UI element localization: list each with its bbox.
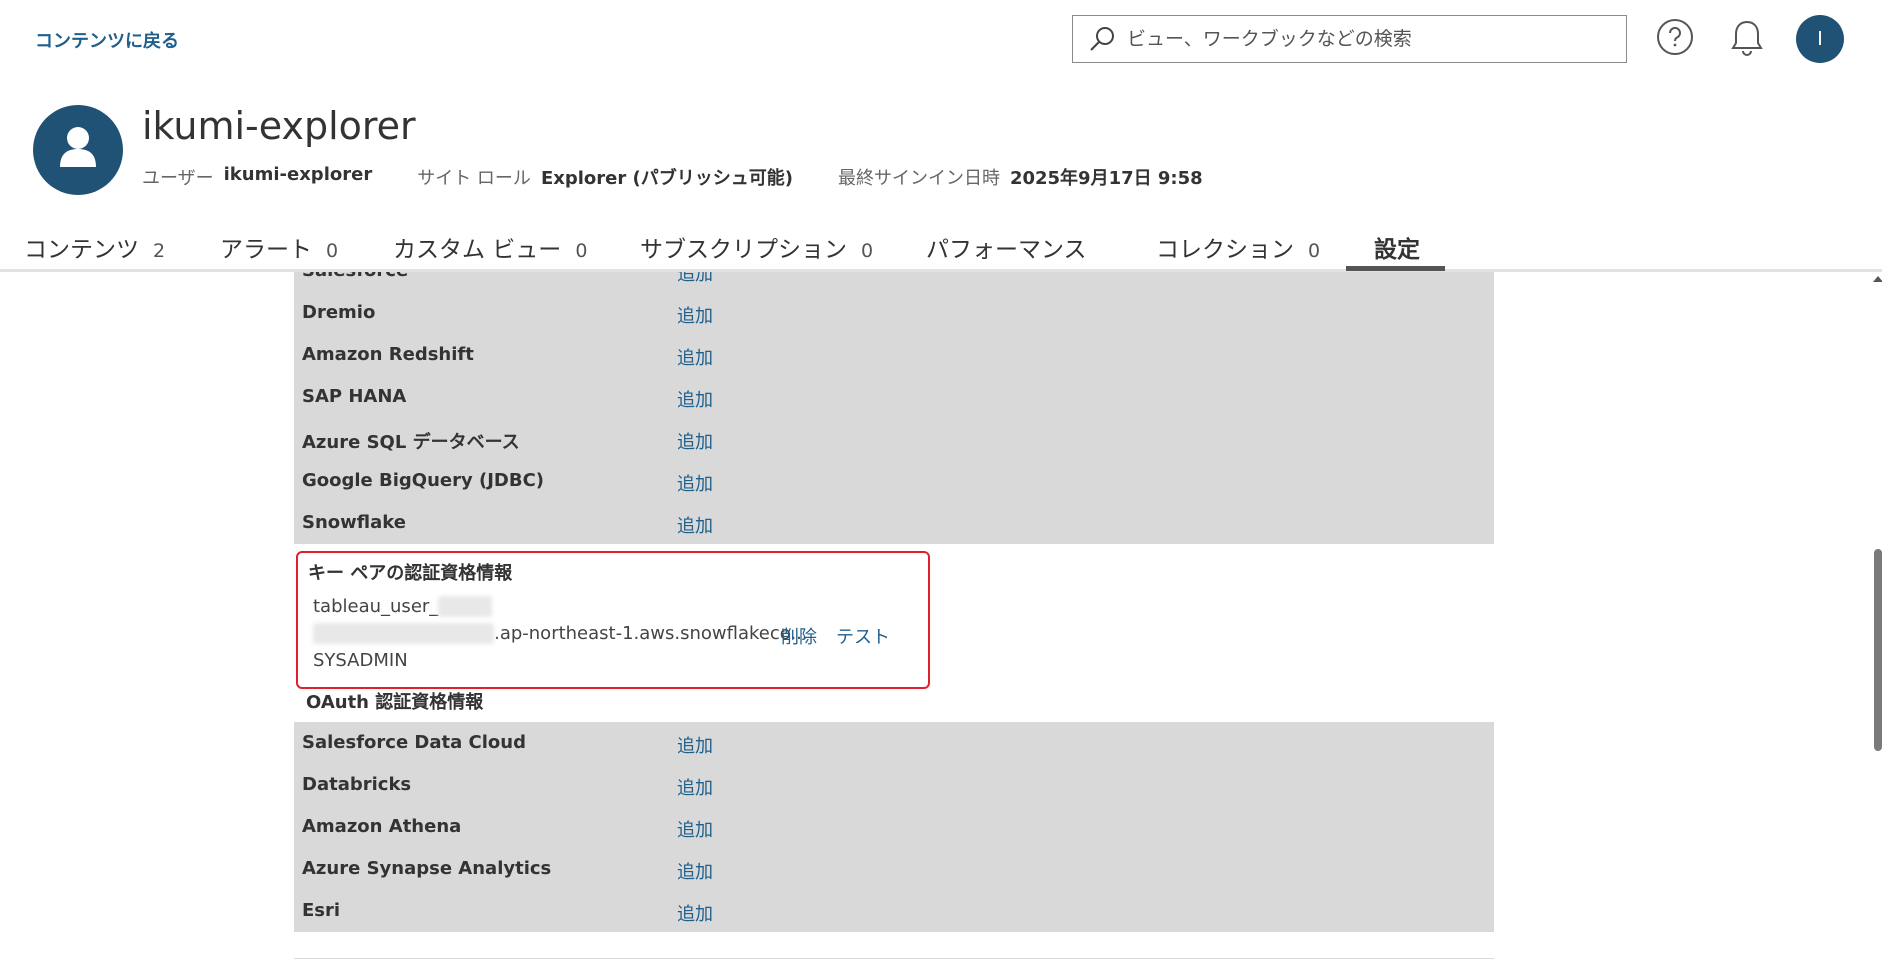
tab-label: コンテンツ [24,237,139,263]
table-row: Esri 追加 [294,890,1494,932]
add-link[interactable]: 追加 [677,774,713,800]
add-link[interactable]: 追加 [677,900,713,926]
keypair-section-title: キー ペアの認証資格情報 [308,563,513,584]
connection-name: Dremio [302,302,376,323]
add-link[interactable]: 追加 [677,302,713,328]
connection-name: Salesforce Data Cloud [302,732,526,753]
keypair-role: SYSADMIN [313,650,408,671]
connection-name: Databricks [302,774,412,795]
active-tab-indicator [1346,266,1445,271]
add-link[interactable]: 追加 [677,858,713,884]
keypair-host: xxxxxxxxxxxxxxxxx.ap-northeast-1.aws.sno… [313,623,808,644]
table-row: Amazon Athena 追加 [294,806,1494,848]
connection-name: Salesforce [302,272,408,281]
add-link[interactable]: 追加 [677,470,713,496]
tab-content[interactable]: コンテンツ 2 [24,230,165,272]
tab-label: サブスクリプション [640,237,847,263]
connection-name: SAP HANA [302,386,407,407]
table-row: SAP HANA 追加 [294,376,1494,418]
help-icon[interactable] [1656,18,1694,56]
connection-name: Amazon Redshift [302,344,474,365]
profile-meta: ユーザー ikumi-explorer サイト ロール Explorer (パブ… [142,164,1248,190]
scroll-up-arrow-icon[interactable] [1873,276,1882,282]
test-link[interactable]: テスト [836,623,890,649]
tab-collections[interactable]: コレクション 0 [1156,230,1320,272]
scrollbar-thumb[interactable] [1874,549,1882,751]
tab-count: 0 [1308,240,1321,262]
user-menu-avatar[interactable]: I [1796,15,1844,63]
add-link[interactable]: 追加 [677,732,713,758]
keypair-username: tableau_user_xxxxx [313,596,492,617]
oauth-section-title: OAuth 認証資格情報 [306,692,484,713]
tab-count: 2 [153,240,166,262]
connection-name: Google BigQuery (JDBC) [302,470,545,491]
settings-content: Salesforce追加 Dremio追加 Amazon Redshift追加 … [0,272,1882,968]
tab-label: カスタム ビュー [393,237,562,263]
redacted-text: xxxxxxxxxxxxxxxxx [313,623,495,644]
site-role-label: サイト ロール [417,168,531,189]
tab-count: 0 [861,240,874,262]
oauth-connections-table: Salesforce Data Cloud 追加 Databricks 追加 Ama… [294,722,1494,932]
last-signin-value: 2025年9月17日 9:58 [1009,168,1203,189]
delete-link[interactable]: 削除 [781,623,817,649]
tab-label: パフォーマンス [926,237,1087,263]
add-link[interactable]: 追加 [677,272,713,286]
notification-bell-icon[interactable] [1728,18,1766,58]
last-signin-label: 最終サインイン日時 [837,168,1000,189]
connection-name: Azure SQL データベース [302,432,520,453]
redacted-text: xxxxx [438,596,492,617]
connection-name: Esri [302,900,341,921]
add-link[interactable]: 追加 [677,428,713,454]
table-row: Azure SQL データベース 追加 [294,418,1494,460]
keypair-host-suffix: .ap-northeast-1.aws.snowflakeco... [494,623,808,644]
add-link[interactable]: 追加 [677,816,713,842]
site-role-value: Explorer (パブリッシュ可能) [540,168,793,189]
user-value: ikumi-explorer [223,164,373,185]
search-box[interactable] [1072,15,1627,63]
tab-count: 0 [575,240,588,262]
tab-performance[interactable]: パフォーマンス [926,230,1087,272]
search-icon [1090,27,1114,51]
table-row: Databricks 追加 [294,764,1494,806]
table-row: Azure Synapse Analytics 追加 [294,848,1494,890]
tab-custom-views[interactable]: カスタム ビュー 0 [393,230,587,272]
profile-name: ikumi-explorer [142,104,416,148]
tab-label: 設定 [1374,237,1420,263]
tab-count: 0 [326,240,339,262]
connection-name: Amazon Athena [302,816,462,837]
keypair-username-prefix: tableau_user_ [313,596,439,617]
tab-label: アラート [220,237,312,263]
search-input[interactable] [1127,28,1607,50]
connection-name: Snowflake [302,512,406,533]
table-row: Salesforce 追加 [294,272,1494,292]
profile-avatar [33,105,123,195]
table-row: Google BigQuery (JDBC) 追加 [294,460,1494,502]
keypair-credentials-box: キー ペアの認証資格情報 tableau_user_xxxxx xxxxxxxx… [296,551,930,689]
tab-label: コレクション [1156,237,1294,263]
tab-subscriptions[interactable]: サブスクリプション 0 [640,230,873,272]
add-link[interactable]: 追加 [677,512,713,538]
connections-table: Salesforce追加 Dremio追加 Amazon Redshift追加 … [294,272,1494,544]
section-divider [294,958,1494,959]
user-label: ユーザー [142,168,214,189]
connection-name: Azure Synapse Analytics [302,858,552,879]
tab-alerts[interactable]: アラート 0 [220,230,338,272]
add-link[interactable]: 追加 [677,386,713,412]
back-to-content-link[interactable]: コンテンツに戻る [35,27,179,53]
table-row: Snowflake 追加 [294,502,1494,544]
table-row: Salesforce Data Cloud 追加 [294,722,1494,764]
profile-tabs: コンテンツ 2 アラート 0 カスタム ビュー 0 サブスクリプション 0 パフォーマン… [0,230,1882,272]
table-row: Amazon Redshift 追加 [294,334,1494,376]
user-silhouette-icon [60,127,96,167]
add-link[interactable]: 追加 [677,344,713,370]
table-row: Dremio 追加 [294,292,1494,334]
